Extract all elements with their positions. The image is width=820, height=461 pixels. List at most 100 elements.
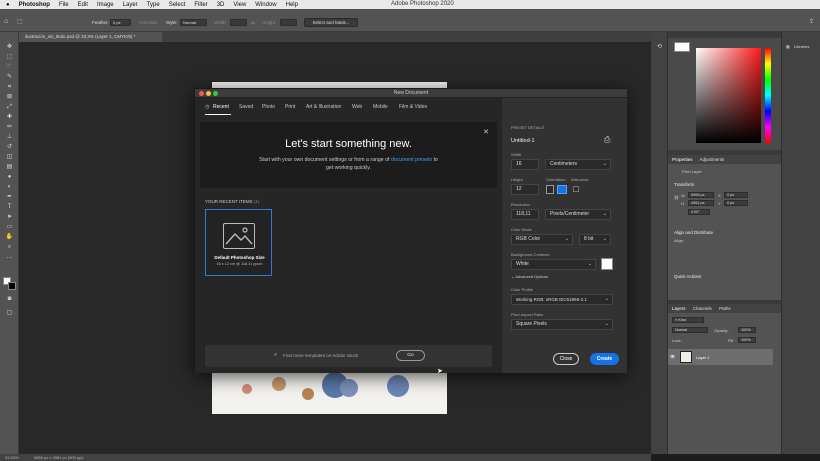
dodge-tool-icon[interactable]: ◐ <box>5 184 14 190</box>
menu-select[interactable]: Select <box>169 2 186 8</box>
close-button[interactable]: Close <box>553 353 579 365</box>
menu-filter[interactable]: Filter <box>194 2 207 8</box>
bit-depth-select[interactable]: 8 bit ⌄ <box>579 234 611 245</box>
eraser-tool-icon[interactable]: ◫ <box>5 154 14 160</box>
quick-actions-heading[interactable]: Quick Actions <box>674 274 701 279</box>
crop-tool-icon[interactable]: ⌗ <box>5 84 14 90</box>
menu-window[interactable]: Window <box>255 2 276 8</box>
save-preset-icon[interactable]: ⎙ <box>604 135 610 145</box>
go-button[interactable]: Go <box>396 350 425 361</box>
tab-adjustments[interactable]: Adjustments <box>700 157 725 162</box>
transform-angle-input[interactable]: 0,00° <box>688 209 710 215</box>
marquee-tool-icon[interactable]: ⬚ <box>5 54 14 60</box>
type-tool-icon[interactable]: T <box>5 204 14 210</box>
style-select[interactable]: Normal <box>180 19 207 26</box>
tab-art-illustration[interactable]: Art & Illustration <box>306 104 341 110</box>
color-mode-select[interactable]: RGB Color ⌄ <box>511 234 573 245</box>
tab-web[interactable]: Web <box>352 104 362 110</box>
tab-saved[interactable]: Saved <box>239 104 253 110</box>
app-menu[interactable]: Photoshop <box>19 2 50 8</box>
background-color-swatch[interactable] <box>8 282 16 290</box>
zoom-tool-icon[interactable]: ⌕ <box>5 244 14 250</box>
create-button[interactable]: Create <box>590 353 619 365</box>
hue-slider[interactable] <box>765 48 771 143</box>
pen-tool-icon[interactable]: ✒ <box>5 194 14 200</box>
quick-mask-icon[interactable]: ◙ <box>5 296 14 302</box>
background-contents-select[interactable]: White ⌄ <box>511 259 596 270</box>
blur-tool-icon[interactable]: ● <box>5 174 14 180</box>
eyedropper-tool-icon[interactable]: ⤢ <box>5 104 14 110</box>
healing-brush-tool-icon[interactable]: ✚ <box>5 114 14 120</box>
artboards-checkbox[interactable] <box>573 186 579 192</box>
menu-layer[interactable]: Layer <box>123 2 138 8</box>
transform-x-input[interactable]: 0 px <box>724 192 748 198</box>
menu-help[interactable]: Help <box>286 2 298 8</box>
libraries-icon[interactable]: ▦ <box>786 44 790 49</box>
tab-layers[interactable]: Layers <box>672 306 686 311</box>
transform-width-input[interactable]: 5906 px <box>688 192 714 198</box>
zoom-window-icon[interactable] <box>213 91 218 96</box>
resolution-unit-select[interactable]: Pixels/Centimeter ⌄ <box>545 209 611 220</box>
color-picker-field[interactable] <box>696 48 761 143</box>
close-window-icon[interactable] <box>199 91 204 96</box>
foreground-swatch[interactable] <box>674 42 690 52</box>
width-input[interactable] <box>230 19 247 26</box>
libraries-label[interactable]: Libraries <box>794 44 809 49</box>
hand-tool-icon[interactable]: ✋ <box>5 234 14 240</box>
transform-y-input[interactable]: 0 px <box>724 200 748 206</box>
layer-name[interactable]: Layer 1 <box>696 355 709 360</box>
tab-recent[interactable]: Recent <box>213 104 229 110</box>
document-presets-link[interactable]: document presets <box>391 157 432 163</box>
tab-mobile[interactable]: Mobile <box>373 104 388 110</box>
home-icon[interactable]: ⌂ <box>4 18 8 25</box>
share-icon[interactable]: ⇪ <box>809 18 814 25</box>
width-input[interactable]: 16 <box>511 159 539 170</box>
menu-3d[interactable]: 3D <box>217 2 225 8</box>
minimize-window-icon[interactable] <box>206 91 211 96</box>
align-distribute-heading[interactable]: Align and Distribute <box>674 230 713 235</box>
document-name-input[interactable]: Untitled-1 <box>511 138 535 144</box>
advanced-options-toggle[interactable]: ⌄ Advanced Options <box>511 274 548 279</box>
transform-heading[interactable]: Transform <box>674 182 694 187</box>
stock-search-input[interactable]: Find more templates on Adobe Stock <box>283 353 358 358</box>
link-dimensions-icon[interactable]: ⛓ <box>674 195 679 200</box>
tab-channels[interactable]: Channels <box>693 306 712 311</box>
zoom-level[interactable]: 33,33% <box>5 455 19 460</box>
document-tab[interactable]: ilustración_sin_titulo.psd @ 33,3% (Laye… <box>19 32 162 42</box>
close-banner-icon[interactable]: ✕ <box>483 128 489 136</box>
brush-tool-icon[interactable]: ✏ <box>5 124 14 130</box>
transform-height-input[interactable]: 4961 px <box>688 200 714 206</box>
visibility-eye-icon[interactable]: 👁 <box>670 354 675 359</box>
opacity-input[interactable]: 100% <box>738 327 756 333</box>
tab-print[interactable]: Print <box>285 104 295 110</box>
menu-view[interactable]: View <box>233 2 246 8</box>
path-select-tool-icon[interactable]: ➤ <box>5 214 14 220</box>
lasso-tool-icon[interactable]: ➰ <box>5 64 14 70</box>
portrait-orientation-icon[interactable] <box>546 185 554 194</box>
marquee-tool-icon[interactable]: ⬚ <box>17 18 23 25</box>
rectangle-tool-icon[interactable]: ▭ <box>5 224 14 230</box>
pixel-aspect-select[interactable]: Square Pixels ⌄ <box>511 319 613 330</box>
layer-filter-kind[interactable]: ⌕ Kind <box>672 317 704 323</box>
menu-file[interactable]: File <box>59 2 69 8</box>
menu-edit[interactable]: Edit <box>78 2 88 8</box>
frame-tool-icon[interactable]: ⊠ <box>5 94 14 100</box>
screen-mode-icon[interactable]: ▢ <box>5 310 14 316</box>
tab-properties[interactable]: Properties <box>672 157 693 162</box>
history-panel-icon[interactable]: ⟲ <box>655 44 664 50</box>
move-tool-icon[interactable]: ✥ <box>5 44 14 50</box>
apple-icon[interactable]: ● <box>6 2 10 8</box>
antialias-checkbox[interactable]: Anti-alias <box>139 20 158 25</box>
height-input[interactable]: 12 <box>511 184 539 195</box>
gradient-tool-icon[interactable]: ▤ <box>5 164 14 170</box>
tab-paths[interactable]: Paths <box>719 306 731 311</box>
fill-input[interactable]: 100% <box>738 337 756 343</box>
resolution-input[interactable]: 118,11 <box>511 209 539 220</box>
history-brush-tool-icon[interactable]: ↺ <box>5 144 14 150</box>
landscape-orientation-icon[interactable] <box>557 185 567 194</box>
color-profile-select[interactable]: Working RGB: sRGB IEC61966-2.1 ⌄ <box>511 294 613 305</box>
recent-item-card[interactable]: Default Photoshop Size 16 x 12 cm @ 118,… <box>205 209 272 276</box>
more-tools-icon[interactable]: … <box>5 254 14 260</box>
swap-icon[interactable]: ⇄ <box>251 20 255 26</box>
feather-input[interactable]: 0 px <box>110 19 131 26</box>
